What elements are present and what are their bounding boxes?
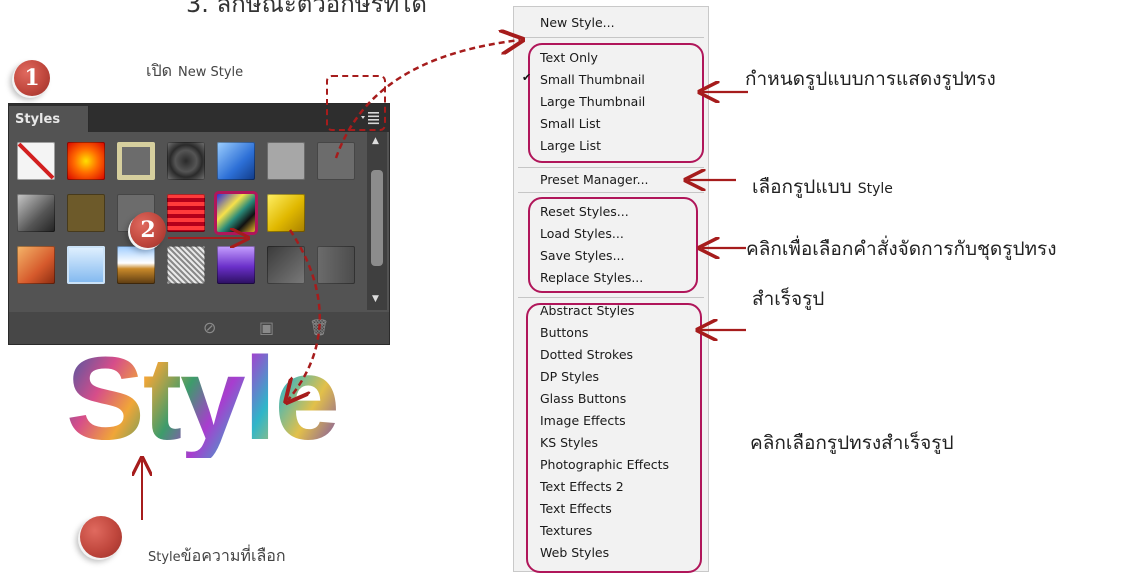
dashed-arrow-to-text [288,229,321,400]
annotation-arrows [0,0,748,520]
dashed-arrow-to-menu [334,40,520,159]
